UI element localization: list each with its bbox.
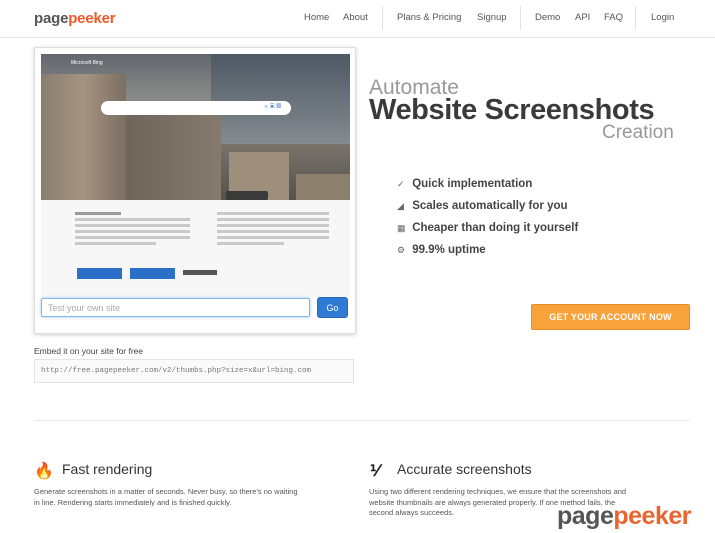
thumbnail-hero-image: Microsoft Bing ⌕▣▤ bbox=[41, 54, 350, 200]
hero-creation-text: Creation bbox=[602, 122, 674, 143]
thumbnail-wall-right bbox=[296, 174, 350, 200]
get-account-button[interactable]: GET YOUR ACCOUNT NOW bbox=[531, 304, 690, 330]
feature-text: Scales automatically for you bbox=[412, 200, 568, 212]
pagepeeker-watermark: pagepeeker bbox=[557, 502, 691, 531]
thumbnail-text-block bbox=[75, 212, 190, 260]
screenshot-preview-card: Microsoft Bing ⌕▣▤ Go bbox=[34, 47, 356, 334]
thumbnail-pill bbox=[226, 191, 268, 200]
screenshot-icon: ⅟ bbox=[370, 463, 380, 480]
embed-code-field[interactable]: http://free.pagepeeker.com/v2/thumbs.php… bbox=[34, 359, 354, 383]
thumbnail-sky bbox=[211, 54, 350, 144]
feature-text: 99.9% uptime bbox=[412, 244, 486, 256]
nav-divider bbox=[635, 6, 636, 30]
thumbnail-text-block bbox=[217, 212, 329, 260]
flame-icon: 🔥 bbox=[34, 463, 54, 480]
feature-item: ⚙ 99.9% uptime bbox=[397, 244, 578, 266]
thumbnail-site-name: Microsoft Bing bbox=[71, 60, 103, 66]
chart-icon: ◢ bbox=[397, 201, 404, 211]
logo-peeker-text: peeker bbox=[68, 10, 116, 27]
test-site-url-input[interactable] bbox=[41, 298, 310, 317]
nav-api-link[interactable]: API bbox=[575, 12, 590, 23]
thumbnail-link bbox=[183, 270, 217, 275]
gear-icon: ⚙ bbox=[397, 245, 406, 255]
nav-plans-link[interactable]: Plans & Pricing bbox=[397, 12, 461, 23]
description-line: in line. Rendering starts immediately an… bbox=[34, 497, 232, 507]
feature-item: ✓ Quick implementation bbox=[397, 178, 578, 200]
thumbnail-wall bbox=[126, 109, 221, 200]
feature-list: ✓ Quick implementation ◢ Scales automati… bbox=[397, 178, 578, 266]
nav-divider bbox=[520, 6, 521, 30]
watermark-peeker-text: peeker bbox=[613, 502, 691, 530]
pagepeeker-logo[interactable]: pagepeeker bbox=[34, 10, 116, 27]
feature-text: Quick implementation bbox=[412, 178, 533, 190]
accurate-screenshots-title: Accurate screenshots bbox=[397, 461, 532, 477]
watermark-page-text: page bbox=[557, 502, 614, 530]
feature-text: Cheaper than doing it yourself bbox=[412, 222, 579, 234]
thumbnail-tower bbox=[41, 74, 126, 200]
go-button[interactable]: Go bbox=[317, 297, 348, 318]
nav-divider bbox=[382, 6, 383, 30]
thumbnail-search-box: ⌕▣▤ bbox=[101, 101, 291, 115]
thumbnail-search-icons: ⌕▣▤ bbox=[264, 104, 283, 110]
top-navbar: pagepeeker Home About Plans & Pricing Si… bbox=[0, 0, 715, 38]
nav-demo-link[interactable]: Demo bbox=[535, 12, 560, 23]
logo-page-text: page bbox=[34, 10, 69, 27]
fast-rendering-description: Generate screenshots in a matter of seco… bbox=[34, 487, 364, 508]
grid-icon: ▦ bbox=[397, 223, 406, 233]
nav-login-link[interactable]: Login bbox=[651, 12, 674, 23]
website-thumbnail: Microsoft Bing ⌕▣▤ bbox=[41, 54, 350, 297]
thumbnail-button bbox=[130, 268, 175, 279]
pencil-icon: ✓ bbox=[397, 179, 405, 189]
fast-rendering-title: Fast rendering bbox=[62, 461, 153, 477]
thumbnail-button bbox=[77, 268, 122, 279]
nav-faq-link[interactable]: FAQ bbox=[604, 12, 623, 23]
feature-item: ◢ Scales automatically for you bbox=[397, 200, 578, 222]
nav-home-link[interactable]: Home bbox=[304, 12, 329, 23]
description-line: Using two different rendering techniques… bbox=[369, 487, 627, 496]
nav-about-link[interactable]: About bbox=[343, 12, 368, 23]
description-line: Generate screenshots in a matter of seco… bbox=[34, 487, 298, 496]
section-divider bbox=[34, 420, 690, 421]
feature-item: ▦ Cheaper than doing it yourself bbox=[397, 222, 578, 244]
nav-signup-link[interactable]: Signup bbox=[477, 12, 507, 23]
embed-label: Embed it on your site for free bbox=[34, 346, 144, 356]
